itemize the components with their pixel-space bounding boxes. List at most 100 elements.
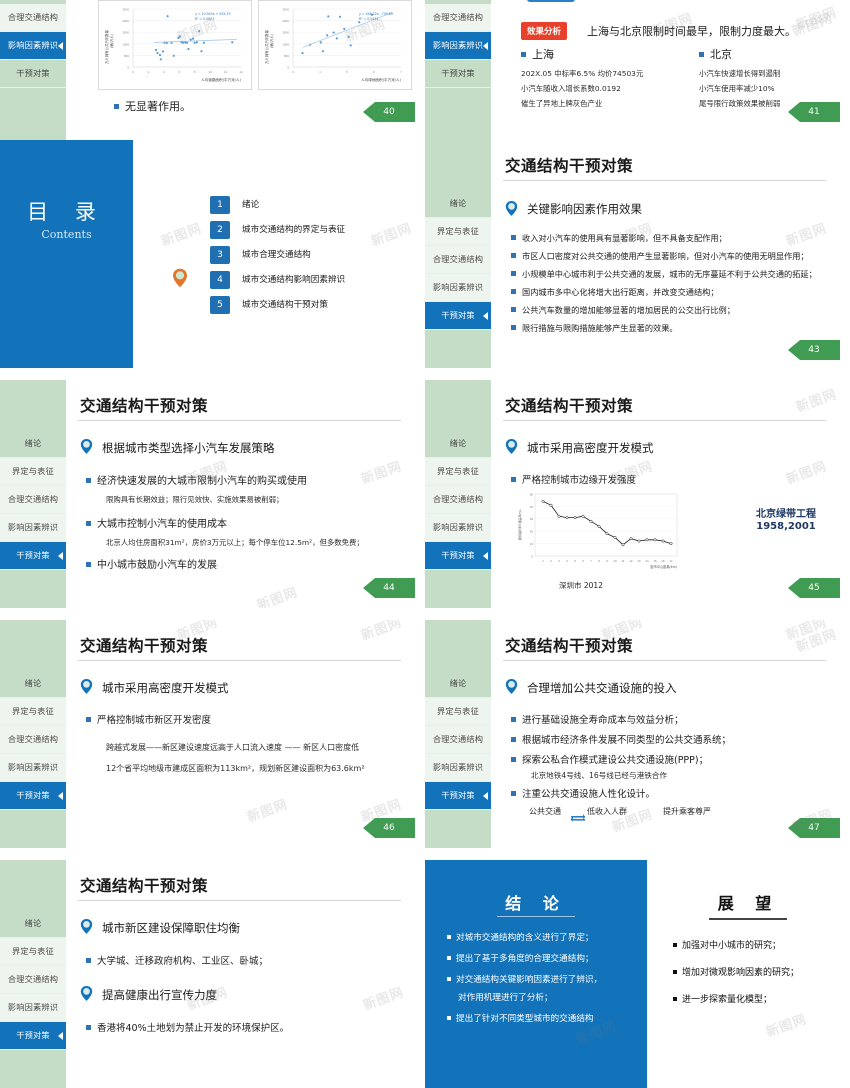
slide-41-headline: 上海与北京限制时间最早，限制力度最大。 [587, 25, 796, 38]
contents-left-panel: 目 录 Contents [0, 140, 133, 368]
svg-text:30: 30 [530, 517, 534, 521]
beijing-line-3: 尾号限行政策效果被削弱 [699, 99, 781, 108]
sidebar-item-intervention[interactable]: 干预对策 [0, 782, 66, 810]
page-title: 交通结构干预对策 [505, 397, 634, 415]
outlook-panel: 展 望 加强对中小城市的研究； 增加对微观影响因素的研究； 进一步探索量化模型；… [647, 860, 850, 1088]
conclusion-panel: 结 论 对城市交通结构的含义进行了界定； 提出了基于多角度的合理交通结构； 对交… [425, 860, 647, 1088]
slide-43-body: 交通结构干预对策 关键影响因素作用效果 收入对小汽车的使用具有显著影响，但不具备… [491, 140, 850, 368]
sidebar-item-intro[interactable]: 绪论 [0, 910, 66, 938]
slide-44-heading: 根据城市类型选择小汽车发展策略 [102, 441, 275, 455]
sidebar-item-factor-identification[interactable]: 影响因素辨识 [425, 32, 491, 60]
slide-43[interactable]: 绪论 界定与表征 合理交通结构 影响因素辨识 干预对策 交通结构干预对策 关键影… [425, 140, 850, 368]
sidebar-item-reasonable-structure[interactable]: 合理交通结构 [425, 486, 491, 514]
outlook-title: 展 望 [717, 894, 780, 913]
slide-40-sidebar: 合理交通结构 影响因素辨识 干预对策 [0, 0, 66, 140]
sidebar-item-factor-identification[interactable]: 影响因素辨识 [425, 514, 491, 542]
slide-conclusion[interactable]: 结 论 对城市交通结构的含义进行了界定； 提出了基于多角度的合理交通结构； 对交… [425, 860, 850, 1088]
sidebar-item-reasonable-structure[interactable]: 合理交通结构 [0, 4, 66, 32]
sidebar-item-intervention[interactable]: 干预对策 [425, 542, 491, 570]
outlook-item-1: 加强对中小城市的研究； [673, 938, 781, 951]
sidebar-item-factor-identification[interactable]: 影响因素辨识 [425, 754, 491, 782]
svg-text:8: 8 [194, 70, 196, 74]
page-title: 交通结构干预对策 [80, 397, 209, 415]
slide-47-bullet-3: 探索公私合作模式建设公共交通设施(PPP)； [511, 752, 708, 766]
sidebar-item-definition[interactable]: 界定与表征 [0, 938, 66, 966]
sidebar-item-intro[interactable]: 绪论 [425, 430, 491, 458]
contents-item-4-label: 城市交通结构影响因素辨识 [242, 275, 346, 285]
sidebar-item-factor-identification[interactable]: 影响因素辨识 [0, 994, 66, 1022]
svg-text:4: 4 [163, 70, 165, 74]
sidebar-item-definition[interactable]: 界定与表征 [0, 698, 66, 726]
sidebar-item-intervention[interactable]: 干预对策 [425, 302, 491, 330]
sidebar-item-reasonable-structure[interactable]: 合理交通结构 [0, 726, 66, 754]
slide-40[interactable]: 合理交通结构 影响因素辨识 干预对策 2500 2000 1500 1000 5… [0, 0, 425, 140]
page-badge-44: 44 [363, 578, 415, 598]
sidebar-item-intro[interactable]: 绪论 [0, 670, 66, 698]
svg-text:R² = 0.5434: R² = 0.5434 [359, 17, 378, 21]
svg-text:10: 10 [613, 559, 617, 563]
svg-text:建筑容积率与覆盖率(%): 建筑容积率与覆盖率(%) [517, 509, 522, 540]
sidebar-item-definition[interactable]: 界定与表征 [425, 218, 491, 246]
sidebar-item-factor-identification[interactable]: 影响因素辨识 [0, 32, 66, 60]
sidebar-item-reasonable-structure[interactable]: 合理交通结构 [425, 726, 491, 754]
sidebar-item-reasonable-structure[interactable]: 合理交通结构 [0, 486, 66, 514]
sidebar-item-definition[interactable]: 界定与表征 [425, 698, 491, 726]
svg-text:2000: 2000 [122, 19, 129, 23]
slide-44[interactable]: 绪论 界定与表征 合理交通结构 影响因素辨识 干预对策 交通结构干预对策 根据城… [0, 380, 425, 608]
svg-text:20: 20 [530, 530, 534, 534]
sidebar-item-intervention[interactable]: 干预对策 [0, 1022, 66, 1050]
slide-47-bullet-2: 根据城市经济条件发展不同类型的公共交通系统； [511, 732, 731, 746]
title-divider [78, 660, 401, 661]
sidebar-item-intervention[interactable]: 干预对策 [425, 782, 491, 810]
effect-analysis-tag: 效果分析 [521, 22, 568, 40]
contents-item-3-label: 城市合理交通结构 [242, 250, 311, 260]
slide-48-heading-2: 提高健康出行宣传力度 [102, 988, 217, 1002]
slide-47[interactable]: 绪论 界定与表征 合理交通结构 影响因素辨识 干预对策 交通结构干预对策 合理增… [425, 620, 850, 848]
slide-43-bullet-5: 公共汽车数量的增加能够显著的增加居民的公交出行比例； [511, 304, 735, 316]
sidebar-item-intro[interactable]: 绪论 [0, 430, 66, 458]
sidebar-item-factor-identification[interactable]: 影响因素辨识 [0, 514, 66, 542]
svg-text:10: 10 [530, 542, 534, 546]
sidebar-item-intervention[interactable]: 干预对策 [0, 60, 66, 88]
svg-text:1000: 1000 [122, 42, 129, 46]
sidebar-item-definition[interactable]: 界定与表征 [425, 458, 491, 486]
page-badge-40: 40 [363, 102, 415, 122]
sidebar-item-intro[interactable]: 绪论 [425, 670, 491, 698]
sidebar-item-factor-identification[interactable]: 影响因素辨识 [425, 274, 491, 302]
line-chart-caption: 深圳市 2012 [559, 581, 603, 590]
title-divider [503, 660, 826, 661]
slide-45-sidebar: 绪论 界定与表征 合理交通结构 影响因素辨识 干预对策 [425, 380, 491, 608]
conclusion-item-3: 对交通结构关键影响因素进行了辨识， [447, 973, 602, 985]
watermark: 新图网 [369, 221, 414, 250]
slide-43-bullet-6: 限行措施与限购措施能够产生显著的效果。 [511, 322, 678, 334]
beijing-greenbelt-note-line2: 1958,2001 [756, 521, 816, 532]
slide-41[interactable]: 合理交通结构 影响因素辨识 干预对策 效果分析 上海与北京限制时间最早，限制力度… [425, 0, 850, 140]
svg-text:y = 448.02x - 750.89: y = 448.02x - 750.89 [359, 12, 393, 16]
svg-text:1000: 1000 [282, 42, 289, 46]
shanghai-line-2: 小汽车随收入增长系数0.0192 [521, 84, 621, 93]
sidebar-item-factor-identification[interactable]: 影响因素辨识 [0, 754, 66, 782]
sidebar-item-reasonable-structure[interactable]: 合理交通结构 [0, 966, 66, 994]
page-title: 交通结构干预对策 [505, 637, 634, 655]
slide-48[interactable]: 绪论 界定与表征 合理交通结构 影响因素辨识 干预对策 交通结构干预对策 城市新… [0, 860, 425, 1088]
sidebar-item-reasonable-structure[interactable]: 合理交通结构 [425, 4, 491, 32]
slide-43-bullet-3: 小规模单中心城市利于公共交通的发展，城市的无序蔓延不利于公共交通的拓延； [511, 268, 817, 280]
slide-46[interactable]: 绪论 界定与表征 合理交通结构 影响因素辨识 干预对策 交通结构干预对策 城市采… [0, 620, 425, 848]
svg-text:距市中心距离(km): 距市中心距离(km) [650, 564, 677, 569]
slide-45[interactable]: 绪论 界定与表征 合理交通结构 影响因素辨识 干预对策 交通结构干预对策 城市采… [425, 380, 850, 608]
sidebar-item-intervention[interactable]: 干预对策 [425, 60, 491, 88]
sidebar-item-intervention[interactable]: 干预对策 [0, 542, 66, 570]
slide-48-bullet-1: 大学城、迁移政府机构、工业区、卧城； [86, 953, 268, 967]
contents-item-5-label: 城市交通结构干预对策 [242, 300, 328, 310]
sidebar-item-intro[interactable]: 绪论 [425, 190, 491, 218]
title-divider [78, 420, 401, 421]
svg-text:人均绿地面积(平方米/人): 人均绿地面积(平方米/人) [361, 77, 402, 82]
slide-40-body: 2500 2000 1500 1000 500 0 0 2 4 6 8 10 1… [66, 0, 425, 140]
slide-46-body: 交通结构干预对策 城市采用高密度开发模式 严格控制城市新区开发密度 跨越式发展—… [66, 620, 425, 848]
svg-text:0: 0 [287, 66, 289, 70]
sidebar-item-reasonable-structure[interactable]: 合理交通结构 [425, 246, 491, 274]
sidebar-item-definition[interactable]: 界定与表征 [0, 458, 66, 486]
pin-icon [80, 678, 93, 695]
slide-contents[interactable]: 目 录 Contents 1 绪论 2 城市交通结构的界定与表征 3 城市合理交… [0, 140, 425, 368]
slide-45-body: 交通结构干预对策 城市采用高密度开发模式 严格控制城市边缘开发强度 50 40 … [491, 380, 850, 608]
